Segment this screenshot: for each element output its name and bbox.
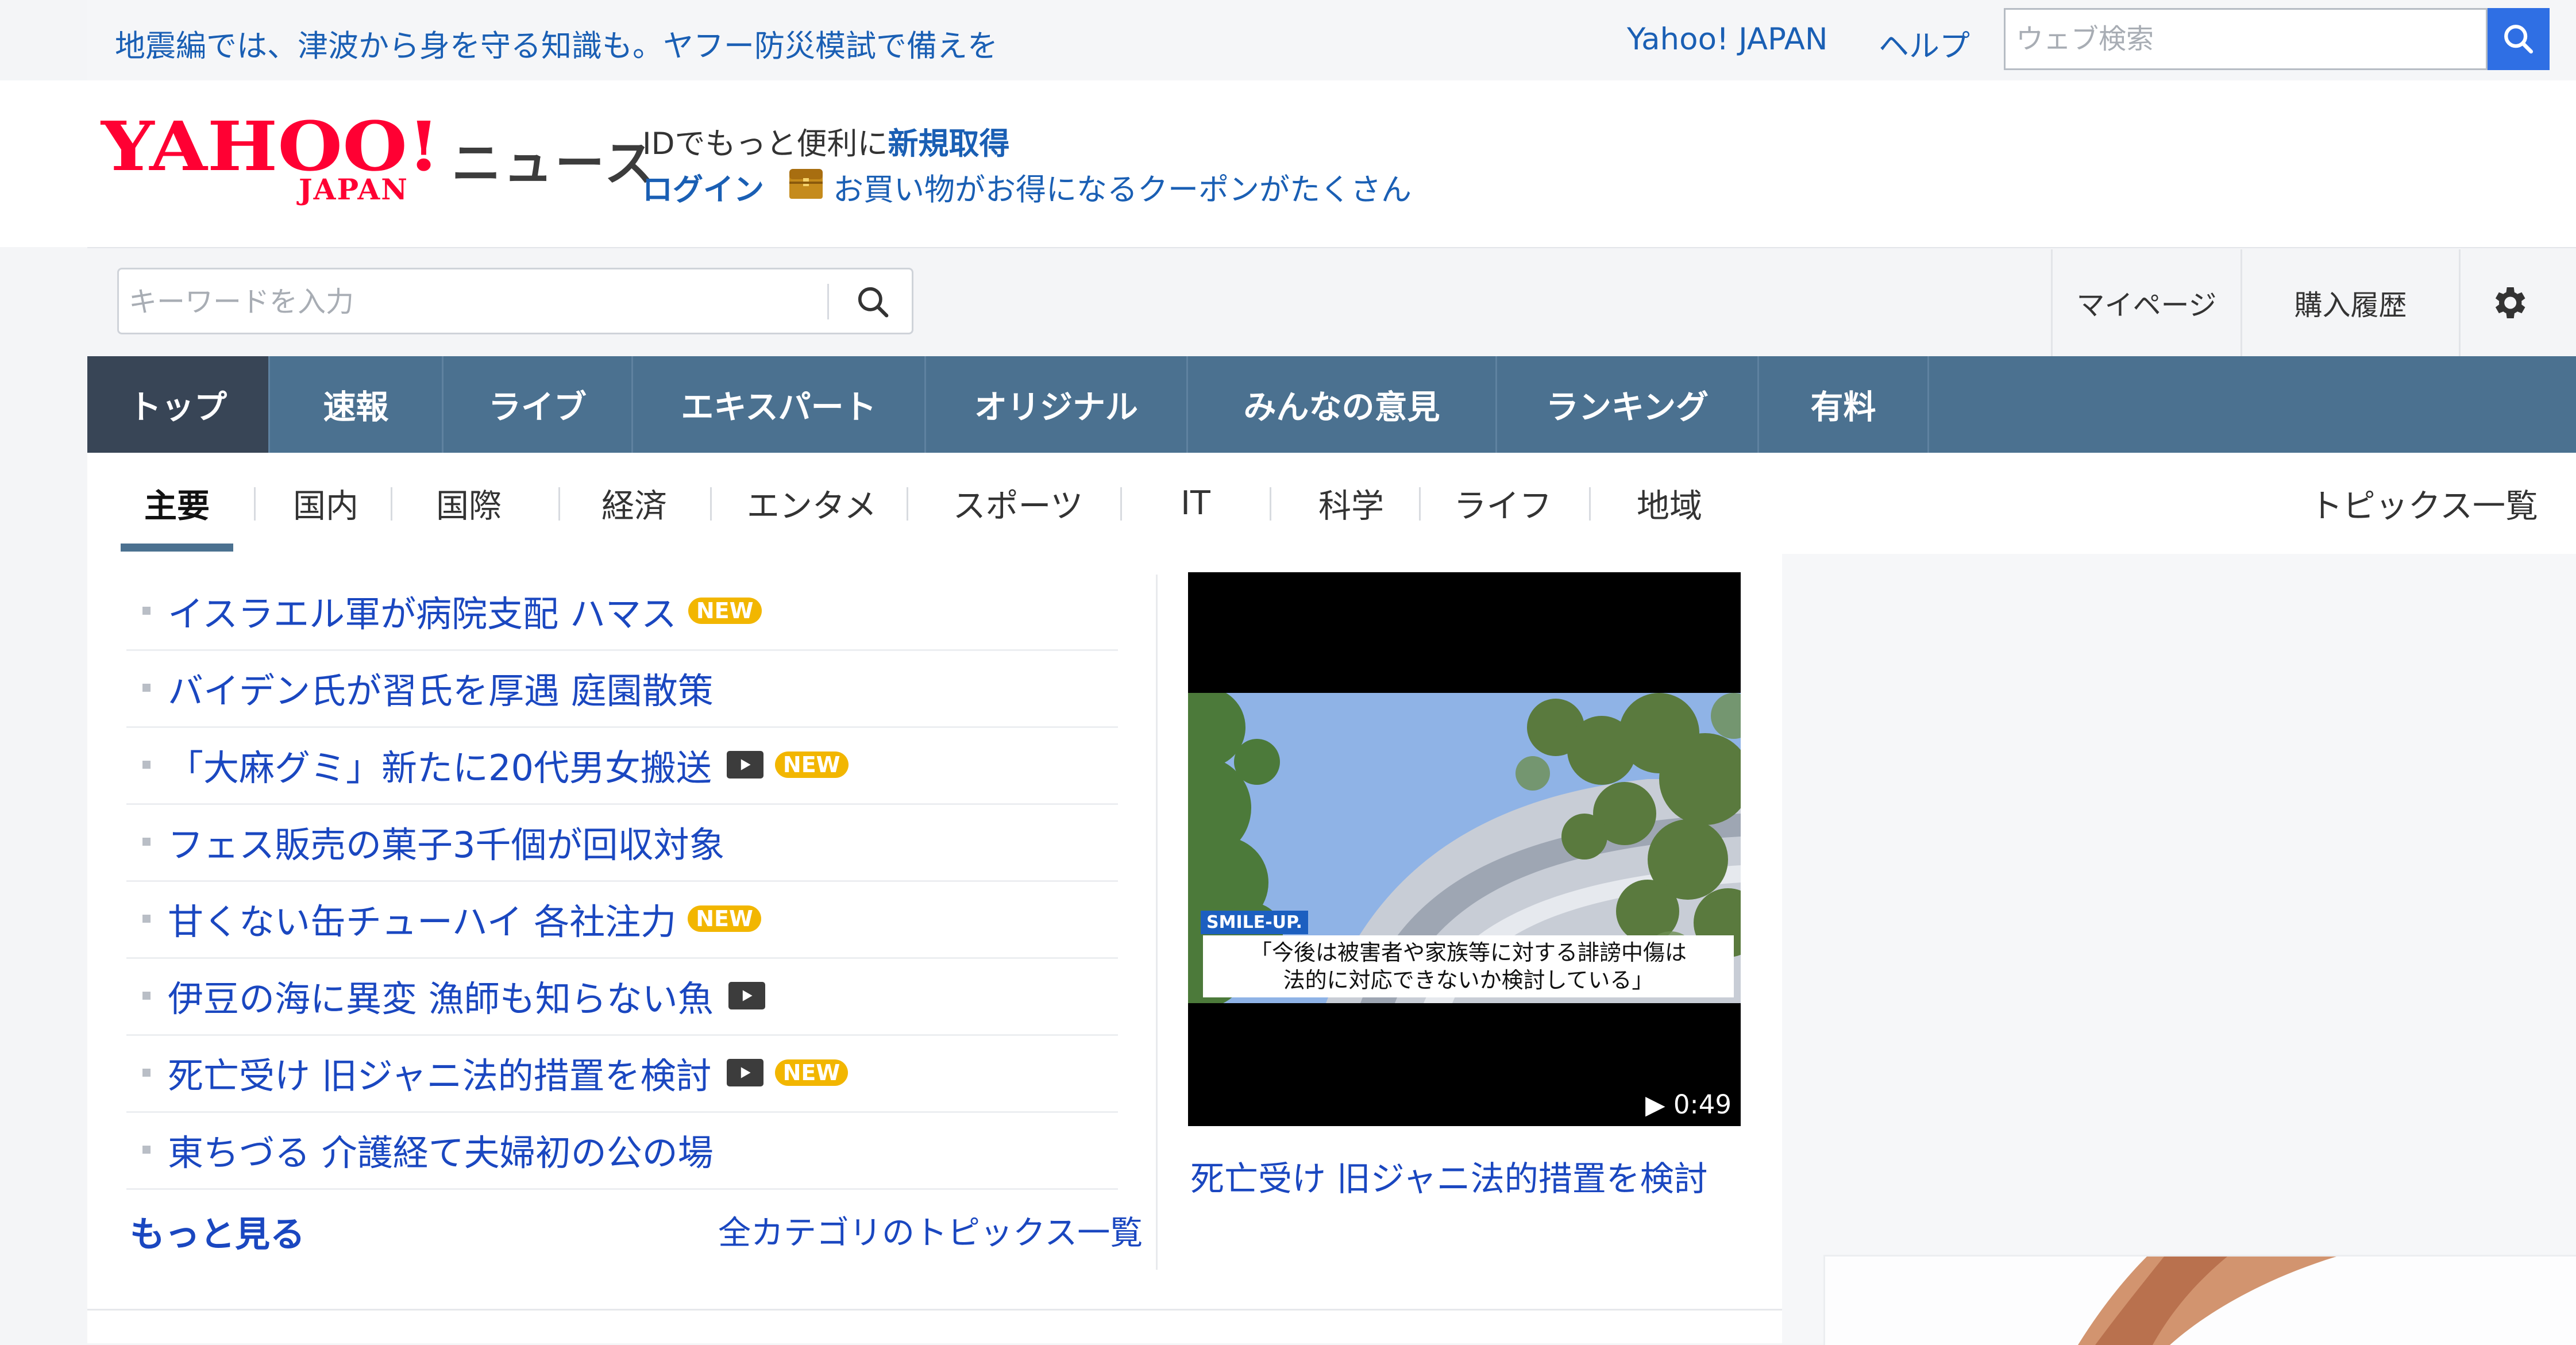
category-tab-life[interactable]: ライフ xyxy=(1421,453,1584,554)
bullet xyxy=(142,761,151,769)
search-divider xyxy=(827,284,829,319)
news-item[interactable]: フェス販売の菓子3千個が回収対象 xyxy=(126,803,1118,882)
category-nav: 主要 国内 国際 経済 エンタメ スポーツ IT 科学 ライフ 地域 トピックス… xyxy=(87,453,2576,556)
news-item[interactable]: 伊豆の海に異変 漁師も知らない魚 xyxy=(126,957,1118,1036)
video-caption: 「今後は被害者や家族等に対する誹謗中傷は 法的に対応できないか検討している」 xyxy=(1203,935,1734,997)
category-tab-region[interactable]: 地域 xyxy=(1591,453,1748,554)
keyword-search-button[interactable] xyxy=(849,278,897,326)
news-item[interactable]: イスラエル軍が病院支配 ハマス NEW xyxy=(126,572,1118,651)
id-prompt: IDでもっと便利に新規取得 xyxy=(642,120,1009,163)
main-tab-live[interactable]: ライブ xyxy=(444,356,633,453)
main-tab-paid[interactable]: 有料 xyxy=(1759,356,1929,453)
news-item[interactable]: 「大麻グミ」新たに20代男女搬送 NEW xyxy=(126,726,1118,805)
help-link[interactable]: ヘルプ xyxy=(1879,22,1970,65)
category-separator xyxy=(1270,487,1271,521)
category-tab-main[interactable]: 主要 xyxy=(121,453,233,554)
news-service-name: ニュース xyxy=(452,135,656,192)
new-badge: NEW xyxy=(774,1059,849,1086)
category-tab-entertainment[interactable]: エンタメ xyxy=(712,453,911,554)
active-category-underline xyxy=(121,544,233,552)
category-tab-science[interactable]: 科学 xyxy=(1272,453,1430,554)
right-column xyxy=(1782,554,2576,1343)
ad-image xyxy=(1825,1257,2576,1345)
news-item[interactable]: 死亡受け 旧ジャニ法的措置を検討 NEW xyxy=(126,1034,1118,1113)
bullet xyxy=(142,915,151,923)
video-caption-line: 法的に対応できないか検討している」 xyxy=(1283,968,1654,993)
bullet xyxy=(142,1069,151,1077)
logo-japan-subtext: JAPAN xyxy=(299,172,408,206)
news-title: 伊豆の海に異変 漁師も知らない魚 xyxy=(168,978,714,1020)
news-title: 甘くない缶チューハイ 各社注力 xyxy=(168,901,677,943)
topics-list-link[interactable]: トピックス一覧 xyxy=(2310,453,2538,554)
new-badge: NEW xyxy=(688,598,762,624)
news-item[interactable]: 甘くない缶チューハイ 各社注力 NEW xyxy=(126,880,1118,959)
web-search-button[interactable] xyxy=(2488,8,2550,70)
video-caption-tag: SMILE-UP. xyxy=(1201,911,1308,934)
coupon-link[interactable]: お買い物がお得になるクーポンがたくさん xyxy=(833,165,1412,209)
yahoo-japan-link[interactable]: Yahoo! JAPAN xyxy=(1627,22,1828,57)
category-separator xyxy=(1419,487,1421,521)
video-icon xyxy=(728,982,765,1009)
category-tab-international[interactable]: 国際 xyxy=(393,453,545,554)
category-tab-it[interactable]: IT xyxy=(1123,453,1268,554)
category-tab-sports[interactable]: スポーツ xyxy=(909,453,1127,554)
category-separator xyxy=(710,487,712,521)
bullet xyxy=(142,684,151,692)
featured-video-title[interactable]: 死亡受け 旧ジャニ法的措置を検討 xyxy=(1190,1151,1708,1200)
purchase-history-link[interactable]: 購入履歴 xyxy=(2240,249,2459,356)
search-icon xyxy=(2504,25,2533,54)
main-tab-top[interactable]: トップ xyxy=(87,356,270,453)
news-title: 東ちづる 介護経て夫婦初の公の場 xyxy=(168,1132,714,1174)
main-tab-opinions[interactable]: みんなの意見 xyxy=(1188,356,1497,453)
video-duration: ▶ 0:49 xyxy=(1645,1089,1732,1120)
new-badge: NEW xyxy=(688,905,761,932)
news-title: イスラエル軍が病院支配 ハマス xyxy=(168,593,677,635)
advertisement[interactable] xyxy=(1823,1255,2576,1345)
card-bottom-border xyxy=(87,1309,1782,1311)
main-tab-breaking[interactable]: 速報 xyxy=(270,356,444,453)
news-item[interactable]: 東ちづる 介護経て夫婦初の公の場 xyxy=(126,1111,1118,1190)
register-link[interactable]: 新規取得 xyxy=(888,126,1009,161)
main-tab-expert[interactable]: エキスパート xyxy=(633,356,926,453)
category-separator xyxy=(254,487,256,521)
all-category-topics-link[interactable]: 全カテゴリのトピックス一覧 xyxy=(718,1207,1143,1254)
category-separator xyxy=(1589,487,1591,521)
main-nav: トップ 速報 ライブ エキスパート オリジナル みんなの意見 ランキング 有料 xyxy=(87,356,2576,453)
new-badge: NEW xyxy=(774,751,849,778)
category-separator xyxy=(1120,487,1122,521)
mypage-link[interactable]: マイページ xyxy=(2051,249,2240,356)
user-links: マイページ 購入履歴 xyxy=(2051,249,2576,356)
video-caption-line: 「今後は被害者や家族等に対する誹謗中傷は xyxy=(1250,940,1687,965)
category-separator xyxy=(391,487,392,521)
category-separator xyxy=(558,487,560,521)
gear-icon xyxy=(2495,287,2525,318)
bullet xyxy=(142,992,151,1000)
login-link[interactable]: ログイン xyxy=(642,165,764,209)
id-prompt-text: IDでもっと便利に xyxy=(642,126,888,161)
news-title: 死亡受け 旧ジャニ法的措置を検討 xyxy=(168,1055,712,1097)
news-title: バイデン氏が習氏を厚遇 庭園散策 xyxy=(168,670,714,712)
coupon-chest-icon xyxy=(789,169,823,199)
main-tab-original[interactable]: オリジナル xyxy=(926,356,1188,453)
web-search-input[interactable] xyxy=(2004,8,2488,70)
category-separator xyxy=(907,487,908,521)
news-title: フェス販売の菓子3千個が回収対象 xyxy=(168,824,725,866)
column-divider xyxy=(1156,575,1158,1270)
keyword-search-input[interactable] xyxy=(128,277,819,326)
news-title: 「大麻グミ」新たに20代男女搬送 xyxy=(168,747,712,789)
video-icon xyxy=(726,751,763,779)
bullet xyxy=(142,607,151,615)
more-link[interactable]: もっと見る xyxy=(130,1205,305,1257)
main-tab-ranking[interactable]: ランキング xyxy=(1497,356,1759,453)
search-icon xyxy=(858,287,889,318)
category-tab-domestic[interactable]: 国内 xyxy=(260,453,392,554)
news-item[interactable]: バイデン氏が習氏を厚遇 庭園散策 xyxy=(126,649,1118,728)
category-tab-economy[interactable]: 経済 xyxy=(561,453,708,554)
video-icon xyxy=(726,1059,763,1086)
bullet xyxy=(142,838,151,846)
settings-button[interactable] xyxy=(2459,249,2556,356)
bullet xyxy=(142,1146,151,1154)
disaster-drill-announcement-link[interactable]: 地震編では、津波から身を守る知識も。ヤフー防災模試で備えを xyxy=(115,22,998,65)
